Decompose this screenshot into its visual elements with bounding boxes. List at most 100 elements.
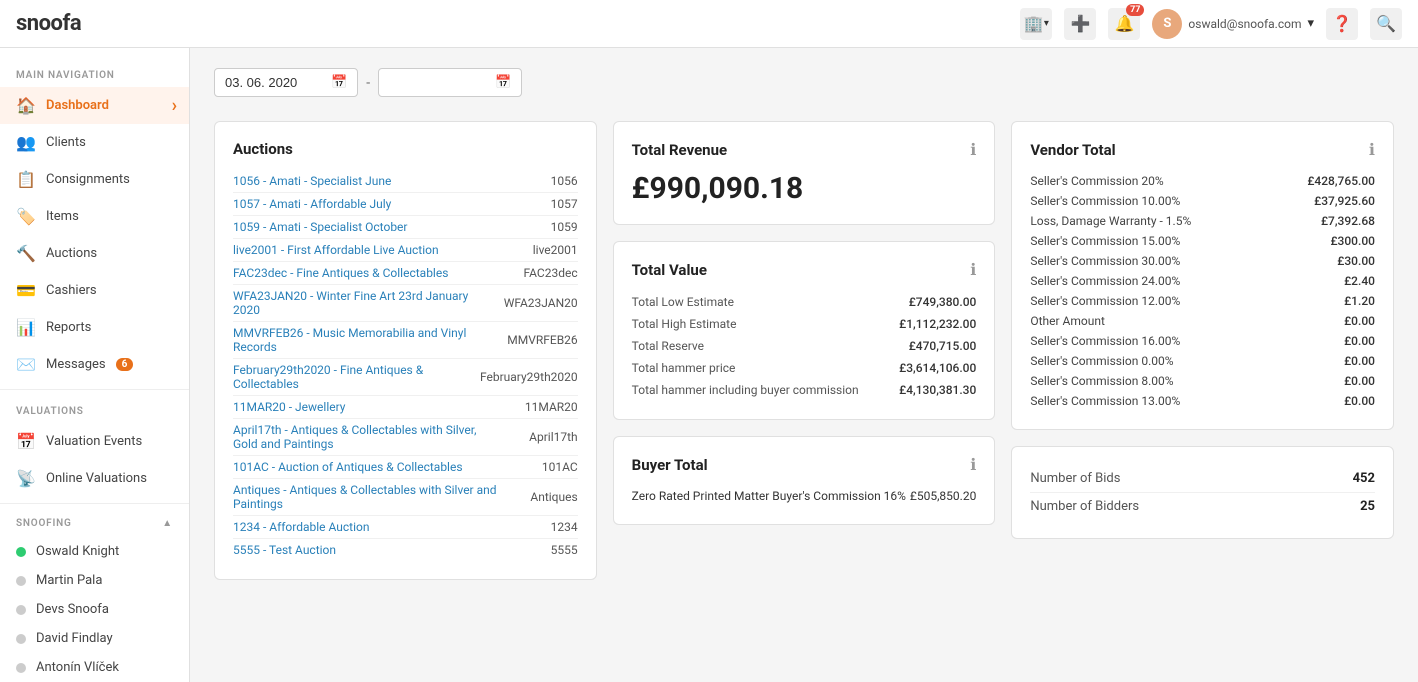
- stat-label: Number of Bids: [1030, 471, 1120, 486]
- auction-link[interactable]: 1057 - Amati - Affordable July: [233, 197, 498, 211]
- start-date-input[interactable]: [225, 75, 325, 90]
- sidebar-item-items[interactable]: 🏷️ Items: [0, 198, 189, 235]
- auction-list-item: Antiques - Antiques & Collectables with …: [233, 479, 578, 516]
- sidebar-item-messages[interactable]: ✉️ Messages 6: [0, 346, 189, 383]
- total-revenue-header: Total Revenue ℹ: [632, 140, 977, 159]
- vendor-row: Seller's Commission 16.00%£0.00: [1030, 331, 1375, 351]
- auction-link[interactable]: live2001 - First Affordable Live Auction: [233, 243, 498, 257]
- app-layout: MAIN NAVIGATION 🏠 Dashboard 👥 Clients 📋 …: [0, 48, 1418, 682]
- notification-badge: 77: [1126, 4, 1144, 16]
- sidebar-item-cashiers[interactable]: 💳 Cashiers: [0, 272, 189, 309]
- date-separator: -: [366, 75, 370, 91]
- vendor-amount: £30.00: [1337, 254, 1375, 268]
- auction-list-item: 1059 - Amati - Specialist October 1059: [233, 216, 578, 239]
- start-calendar-icon[interactable]: 📅: [331, 75, 347, 90]
- messages-badge: 6: [116, 358, 134, 371]
- sidebar-item-online-valuations[interactable]: 📡 Online Valuations: [0, 460, 189, 497]
- sidebar-item-auctions[interactable]: 🔨 Auctions: [0, 235, 189, 272]
- value-label: Total Reserve: [632, 339, 704, 353]
- sidebar-item-reports[interactable]: 📊 Reports: [0, 309, 189, 346]
- avatar: S: [1152, 9, 1182, 39]
- snoofing-collapse-icon[interactable]: ▲: [162, 518, 173, 529]
- sidebar-item-consignments[interactable]: 📋 Consignments: [0, 161, 189, 198]
- sidebar-item-dashboard[interactable]: 🏠 Dashboard: [0, 87, 189, 124]
- app-logo: snoofa: [16, 11, 81, 36]
- auction-link[interactable]: April17th - Antiques & Collectables with…: [233, 423, 498, 451]
- auction-code: 1057: [498, 197, 578, 211]
- vendor-total-title: Vendor Total: [1030, 141, 1115, 159]
- auction-link[interactable]: FAC23dec - Fine Antiques & Collectables: [233, 266, 498, 280]
- building-icon[interactable]: 🏢 ▾: [1020, 8, 1052, 40]
- vendor-row: Other Amount£0.00: [1030, 311, 1375, 331]
- search-icon[interactable]: 🔍: [1370, 8, 1402, 40]
- total-value-title: Total Value: [632, 261, 707, 279]
- vendor-label: Seller's Commission 8.00%: [1030, 374, 1173, 388]
- auction-code: 1056: [498, 174, 578, 188]
- auction-link[interactable]: February29th2020 - Fine Antiques & Colle…: [233, 363, 480, 391]
- bell-icon[interactable]: 🔔 77: [1108, 8, 1140, 40]
- buyer-row: Zero Rated Printed Matter Buyer's Commis…: [632, 486, 977, 506]
- auction-link[interactable]: 1234 - Affordable Auction: [233, 520, 498, 534]
- total-value-info-icon[interactable]: ℹ: [970, 260, 976, 279]
- sidebar-item-label-reports: Reports: [46, 320, 91, 335]
- auction-link[interactable]: 1059 - Amati - Specialist October: [233, 220, 498, 234]
- snoofing-item-devs[interactable]: Devs Snoofa: [0, 595, 189, 624]
- auction-code: FAC23dec: [498, 266, 578, 280]
- auction-link[interactable]: 11MAR20 - Jewellery: [233, 400, 498, 414]
- auction-link[interactable]: Antiques - Antiques & Collectables with …: [233, 483, 498, 511]
- auction-link[interactable]: WFA23JAN20 - Winter Fine Art 23rd Januar…: [233, 289, 498, 317]
- online-dot-david: [16, 634, 26, 644]
- snoofing-item-antonin[interactable]: Antonín Vlíček: [0, 653, 189, 682]
- value-label: Total hammer including buyer commission: [632, 383, 859, 397]
- snoofing-item-martin[interactable]: Martin Pala: [0, 566, 189, 595]
- total-revenue-info-icon[interactable]: ℹ: [970, 140, 976, 159]
- auction-code: MMVRFEB26: [498, 333, 578, 347]
- vendor-label: Loss, Damage Warranty - 1.5%: [1030, 214, 1191, 228]
- top-nav-right: 🏢 ▾ ➕ 🔔 77 S oswald@snoofa.com ▾ ❓ 🔍: [1020, 8, 1402, 40]
- end-date-wrapper[interactable]: 📅: [378, 68, 522, 97]
- sidebar-item-clients[interactable]: 👥 Clients: [0, 124, 189, 161]
- value-row: Total High Estimate£1,112,232.00: [632, 313, 977, 335]
- vendor-amount: £300.00: [1330, 234, 1375, 248]
- online-dot-oswald: [16, 547, 26, 557]
- vendor-label: Seller's Commission 12.00%: [1030, 294, 1180, 308]
- vendor-row: Loss, Damage Warranty - 1.5% £7,392.68: [1030, 211, 1375, 231]
- auction-link[interactable]: 5555 - Test Auction: [233, 543, 498, 557]
- auction-code: April17th: [498, 430, 578, 444]
- vendor-row: Seller's Commission 30.00% £30.00: [1030, 251, 1375, 271]
- value-row: Total hammer including buyer commission£…: [632, 379, 977, 401]
- snoofing-label: SNOOFING: [16, 518, 72, 529]
- vendor-amount: £0.00: [1344, 374, 1375, 388]
- vendor-total-header: Vendor Total ℹ: [1030, 140, 1375, 159]
- vendor-row: Seller's Commission 8.00% £0.00: [1030, 371, 1375, 391]
- buyer-total-info-icon[interactable]: ℹ: [970, 455, 976, 474]
- vendor-label: Seller's Commission 13.00%: [1030, 394, 1180, 408]
- end-date-input[interactable]: [389, 75, 489, 90]
- vendor-total-rows: Seller's Commission 20%£428,765.00 Seller…: [1030, 171, 1375, 411]
- auction-link[interactable]: MMVRFEB26 - Music Memorabilia and Vinyl …: [233, 326, 498, 354]
- auction-link[interactable]: 1056 - Amati - Specialist June: [233, 174, 498, 188]
- main-nav-label: MAIN NAVIGATION: [0, 60, 189, 87]
- snoofing-name-antonin: Antonín Vlíček: [36, 660, 119, 675]
- vendor-total-info-icon[interactable]: ℹ: [1369, 140, 1375, 159]
- sidebar-item-valuation-events[interactable]: 📅 Valuation Events: [0, 423, 189, 460]
- vendor-amount: £7,392.68: [1321, 214, 1375, 228]
- vendor-row: Seller's Commission 20%£428,765.00: [1030, 171, 1375, 191]
- vendor-amount: £0.00: [1344, 354, 1375, 368]
- sidebar-item-label-consignments: Consignments: [46, 172, 130, 187]
- consignments-icon: 📋: [16, 170, 36, 189]
- end-calendar-icon[interactable]: 📅: [495, 75, 511, 90]
- snoofing-item-oswald[interactable]: Oswald Knight: [0, 537, 189, 566]
- auction-list-item: April17th - Antiques & Collectables with…: [233, 419, 578, 456]
- buyer-total-card: Buyer Total ℹ Zero Rated Printed Matter …: [613, 436, 996, 525]
- total-value-header: Total Value ℹ: [632, 260, 977, 279]
- online-dot-martin: [16, 576, 26, 586]
- vendor-label: Seller's Commission 30.00%: [1030, 254, 1180, 268]
- plus-icon[interactable]: ➕: [1064, 8, 1096, 40]
- start-date-wrapper[interactable]: 📅: [214, 68, 358, 97]
- user-menu[interactable]: S oswald@snoofa.com ▾: [1152, 9, 1314, 39]
- stats-rows: Number of Bids452Number of Bidders25: [1030, 465, 1375, 520]
- auction-link[interactable]: 101AC - Auction of Antiques & Collectabl…: [233, 460, 498, 474]
- help-icon[interactable]: ❓: [1326, 8, 1358, 40]
- snoofing-item-david[interactable]: David Findlay: [0, 624, 189, 653]
